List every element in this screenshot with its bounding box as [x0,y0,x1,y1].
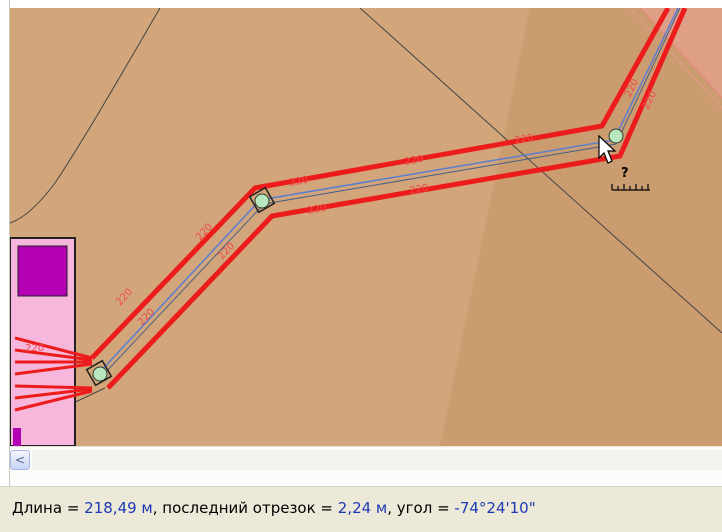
boundary-line [10,8,161,224]
route-label: 220 [409,183,430,197]
building-purple-mark [13,428,21,446]
window-left-border [0,0,10,486]
route-label: 220 [289,175,310,189]
length-value: 218,49 м [84,499,153,517]
scroll-track[interactable] [32,450,722,470]
building-purple-block [17,245,68,297]
chevron-left-icon: < [14,453,26,467]
route-label: 220 [194,222,215,243]
angle-label: , угол = [387,499,455,517]
segment-value: 2,24 м [337,499,388,517]
route-label: 220 [114,287,135,308]
map-svg[interactable]: 220 220 220 220 220 220 220 220 220 220 … [10,8,722,446]
horizontal-scrollbar[interactable]: < [10,446,722,486]
map-canvas[interactable]: 220 220 220 220 220 220 220 220 220 220 … [10,8,722,446]
map-window: 220 220 220 220 220 220 220 220 220 220 … [0,0,722,532]
svg-text:?: ? [621,166,629,181]
route-label: 220 [307,203,328,217]
status-bar: Длина = 218,49 м, последний отрезок = 2,… [0,486,722,532]
length-label: Длина = [12,499,85,517]
route-node-icon[interactable] [608,128,624,144]
measurement-readout: Длина = 218,49 м, последний отрезок = 2,… [12,499,536,517]
angle-value: -74°24'10" [454,499,536,517]
route-label: 220 [404,154,425,168]
parcel-shade [440,8,722,446]
segment-label: , последний отрезок = [152,499,338,517]
scroll-left-button[interactable]: < [10,450,30,470]
route-label: 220 [25,343,44,354]
